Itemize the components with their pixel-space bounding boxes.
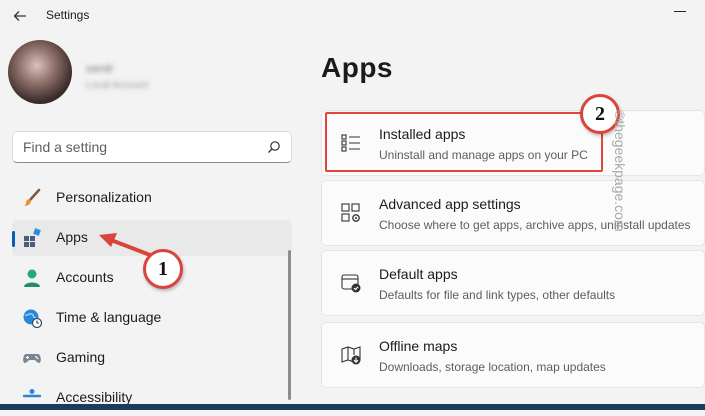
app-settings-icon <box>341 203 360 222</box>
sidebar-item-label: Accessibility <box>56 389 133 405</box>
back-arrow-icon <box>13 11 26 21</box>
sidebar-item-personalization[interactable]: Personalization <box>12 180 292 216</box>
minimize-button[interactable] <box>668 4 692 20</box>
person-icon <box>24 269 40 287</box>
card-subtitle: Choose where to get apps, archive apps, … <box>379 218 691 232</box>
sidebar-item-label: Time & language <box>56 309 162 325</box>
search-input[interactable] <box>23 139 253 155</box>
sidebar-item-label: Personalization <box>56 189 152 205</box>
paintbrush-icon <box>24 188 41 206</box>
avatar[interactable] <box>8 40 72 104</box>
app-title: Settings <box>46 8 90 22</box>
globe-clock-icon <box>23 309 42 328</box>
back-button[interactable] <box>10 6 30 26</box>
advanced-app-settings-card[interactable]: Advanced app settings Choose where to ge… <box>321 180 705 246</box>
card-title: Advanced app settings <box>379 196 521 212</box>
page-title: Apps <box>321 52 393 83</box>
watermark: ©thegeekpage.com <box>612 110 628 232</box>
map-icon <box>341 346 361 365</box>
default-apps-icon <box>341 274 361 293</box>
sidebar-item-label: Apps <box>56 229 88 245</box>
card-title: Offline maps <box>379 338 458 354</box>
card-title: Default apps <box>379 266 458 282</box>
sidebar-scrollbar[interactable] <box>288 250 291 400</box>
default-apps-card[interactable]: Default apps Defaults for file and link … <box>321 250 705 316</box>
taskbar-strip <box>0 404 705 410</box>
user-account-type: Local Account <box>86 80 149 91</box>
search-box[interactable] <box>12 131 292 163</box>
sidebar-item-time-language[interactable]: Time & language <box>12 300 292 336</box>
sidebar-item-gaming[interactable]: Gaming <box>12 340 292 376</box>
step-marker-1: 1 <box>143 249 183 289</box>
search-icon[interactable] <box>267 140 281 154</box>
gamepad-icon <box>23 354 41 363</box>
sidebar-item-accessibility[interactable]: Accessibility <box>12 380 292 416</box>
card-subtitle: Defaults for file and link types, other … <box>379 288 616 302</box>
title-bar: Settings <box>0 0 705 32</box>
highlight-box <box>325 112 603 172</box>
card-subtitle: Downloads, storage location, map updates <box>379 360 606 374</box>
sidebar-item-label: Gaming <box>56 349 106 365</box>
offline-maps-card[interactable]: Offline maps Downloads, storage location… <box>321 322 705 388</box>
selection-indicator <box>12 231 15 247</box>
user-name: sandr <box>86 63 114 75</box>
apps-icon <box>24 228 41 247</box>
sidebar-item-label: Accounts <box>56 269 114 285</box>
